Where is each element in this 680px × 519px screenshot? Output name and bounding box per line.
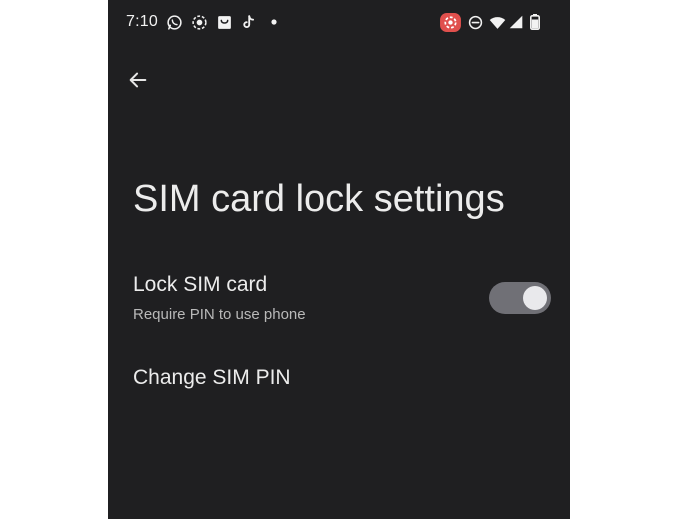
notification-dot-icon (265, 13, 283, 31)
screen-record-icon (190, 13, 208, 31)
phone-screen: 7:10 SIM card lock settings Lock SIM car… (108, 0, 570, 519)
lock-sim-card-toggle[interactable] (489, 282, 551, 314)
whatsapp-icon (165, 13, 183, 31)
change-sim-pin-setting[interactable]: Change SIM PIN (108, 352, 570, 406)
cell-signal-icon (507, 13, 525, 31)
lock-sim-card-label: Lock SIM card (133, 273, 268, 296)
status-bar: 7:10 (108, 0, 570, 46)
status-time: 7:10 (126, 13, 158, 30)
recording-badge-icon (439, 12, 461, 32)
tiktok-icon (239, 13, 257, 31)
page-title: SIM card lock settings (133, 178, 505, 220)
change-sim-pin-label: Change SIM PIN (133, 366, 291, 389)
lock-sim-card-summary: Require PIN to use phone (133, 306, 306, 323)
battery-icon (526, 13, 544, 31)
arrow-left-icon (129, 72, 147, 88)
lock-sim-card-setting[interactable]: Lock SIM card Require PIN to use phone (108, 262, 570, 334)
wifi-icon (488, 13, 506, 31)
shopping-bag-icon (215, 13, 233, 31)
toggle-thumb (523, 286, 547, 310)
do-not-disturb-icon (466, 13, 484, 31)
back-button[interactable] (122, 64, 154, 96)
